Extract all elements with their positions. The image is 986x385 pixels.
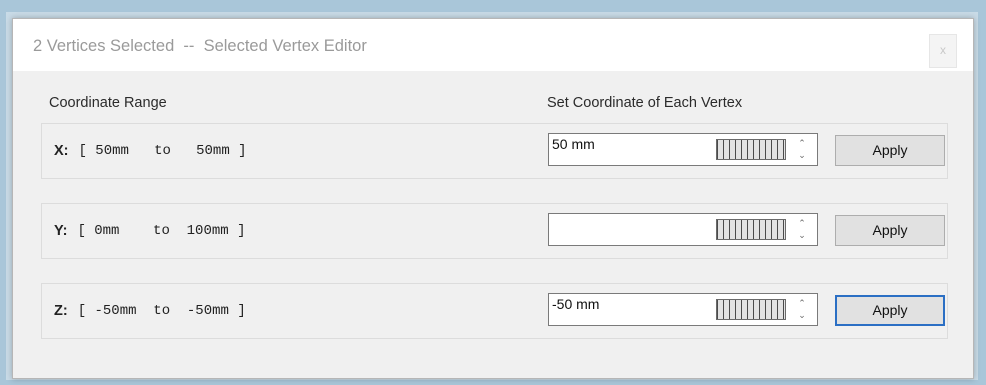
axis-label-x: X: <box>54 143 69 159</box>
up-down-spinner-icon[interactable]: ⌃ ⌄ <box>794 217 810 243</box>
row-x: X: [ 50mm to 50mm ] 50 mm ⌃ ⌄ Apply <box>41 123 948 179</box>
axis-label-y: Y: <box>54 223 68 239</box>
close-icon: x <box>940 43 946 57</box>
range-y: Y: [ 0mm to 100mm ] <box>54 204 245 258</box>
range-x: X: [ 50mm to 50mm ] <box>54 124 247 178</box>
range-text-z: [ -50mm to -50mm ] <box>77 303 246 319</box>
range-text-y: [ 0mm to 100mm ] <box>77 223 246 239</box>
range-text-x: [ 50mm to 50mm ] <box>78 143 247 159</box>
window-title: 2 Vertices Selected -- Selected Vertex E… <box>33 37 367 55</box>
coordinate-input-x[interactable]: 50 mm ⌃ ⌄ <box>548 133 818 166</box>
ruler-slider-icon[interactable] <box>716 219 786 240</box>
apply-button-x[interactable]: Apply <box>835 135 945 166</box>
ruler-slider-icon[interactable] <box>716 299 786 320</box>
coordinate-range-header: Coordinate Range <box>49 95 167 111</box>
apply-button-z[interactable]: Apply <box>835 295 945 326</box>
vertex-editor-dialog: 2 Vertices Selected -- Selected Vertex E… <box>12 18 974 379</box>
up-down-spinner-icon[interactable]: ⌃ ⌄ <box>794 137 810 163</box>
axis-label-z: Z: <box>54 303 68 319</box>
row-y: Y: [ 0mm to 100mm ] ⌃ ⌄ Apply <box>41 203 948 259</box>
coordinate-input-z[interactable]: -50 mm ⌃ ⌄ <box>548 293 818 326</box>
up-down-spinner-icon[interactable]: ⌃ ⌄ <box>794 297 810 323</box>
title-bar: 2 Vertices Selected -- Selected Vertex E… <box>13 19 973 71</box>
apply-button-y[interactable]: Apply <box>835 215 945 246</box>
row-z: Z: [ -50mm to -50mm ] -50 mm ⌃ ⌄ Apply <box>41 283 948 339</box>
ruler-slider-icon[interactable] <box>716 139 786 160</box>
range-z: Z: [ -50mm to -50mm ] <box>54 284 246 338</box>
set-coordinate-header: Set Coordinate of Each Vertex <box>547 95 743 111</box>
coordinate-value-z[interactable]: -50 mm <box>552 296 599 312</box>
coordinate-input-y[interactable]: ⌃ ⌄ <box>548 213 818 246</box>
coordinate-value-x[interactable]: 50 mm <box>552 136 595 152</box>
close-button[interactable]: x <box>929 34 957 68</box>
